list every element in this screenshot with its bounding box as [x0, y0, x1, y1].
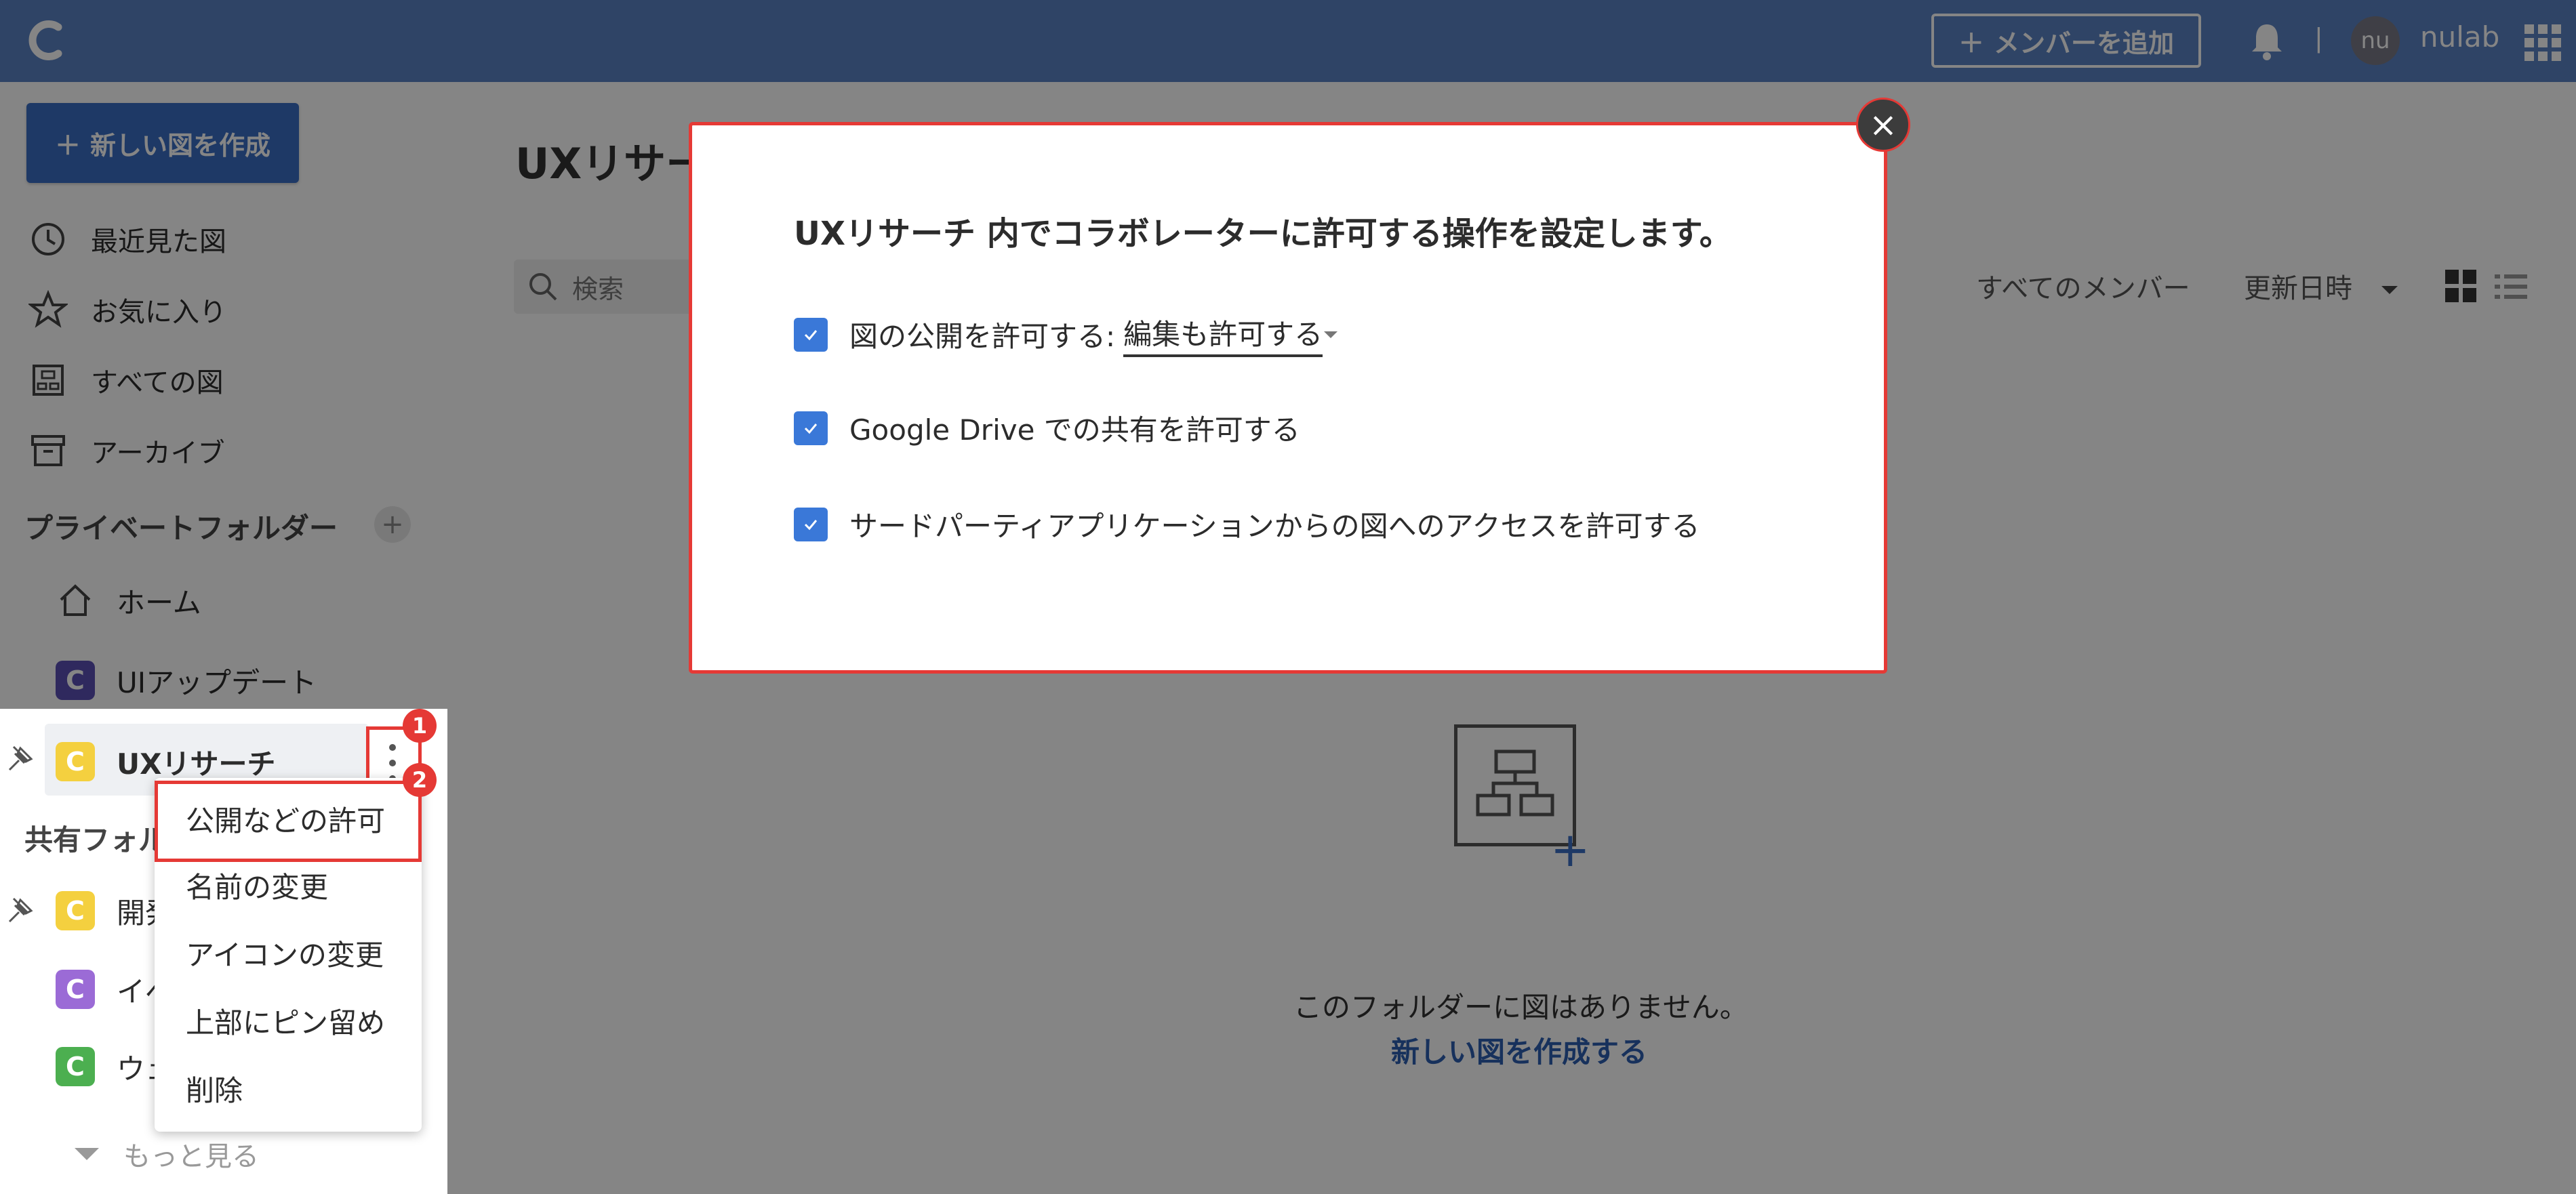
pin-icon[interactable] [4, 743, 37, 775]
menu-item-change-icon[interactable]: アイコンの変更 [186, 932, 384, 974]
option-allow-third-party: サードパーティアプリケーションからの図へのアクセスを許可する [794, 503, 1700, 545]
folder-icon: C [56, 742, 95, 781]
menu-item-highlight [155, 781, 422, 862]
folder-icon: C [56, 1047, 95, 1086]
check-icon [804, 329, 818, 340]
menu-item-delete[interactable]: 削除 [186, 1068, 243, 1109]
menu-item-rename[interactable]: 名前の変更 [186, 865, 328, 906]
folder-icon: C [56, 891, 95, 930]
google-drive-checkbox[interactable] [794, 411, 828, 445]
step-badge-2: 2 [403, 763, 437, 797]
option-allow-publish: 図の公開を許可する: 編集も許可する [794, 312, 1338, 357]
third-party-checkbox[interactable] [794, 507, 828, 541]
caret-down-icon [1324, 331, 1338, 338]
menu-item-pin-top[interactable]: 上部にピン留め [186, 1000, 385, 1042]
check-icon [804, 519, 818, 530]
chevron-down-icon [75, 1148, 99, 1160]
folder-icon: C [56, 970, 95, 1009]
publish-checkbox[interactable] [794, 317, 828, 352]
option-allow-google-drive: Google Drive での共有を許可する [794, 407, 1300, 449]
publish-level-select[interactable]: 編集も許可する [1123, 312, 1323, 357]
show-more-button[interactable]: もっと見る [75, 1134, 259, 1174]
permissions-dialog: UXリサーチ 内でコラボレーターに許可する操作を設定します。 図の公開を許可する… [689, 122, 1887, 674]
check-icon [804, 423, 818, 434]
dialog-title: UXリサーチ 内でコラボレーターに許可する操作を設定します。 [794, 215, 1732, 253]
close-icon[interactable]: × [1856, 98, 1910, 152]
step-badge-1: 1 [403, 709, 437, 743]
pin-icon[interactable] [4, 894, 37, 927]
